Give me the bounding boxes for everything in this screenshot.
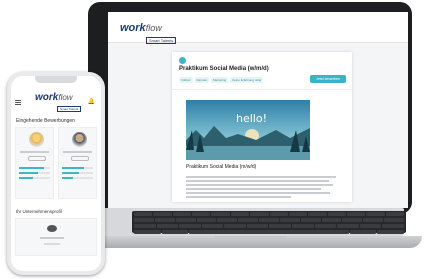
laptop-deck [98,208,406,238]
job-chip: Vollzeit [179,77,193,83]
apply-button[interactable]: Jetzt bewerben [310,75,346,83]
skill-bar-fill [19,177,33,179]
trackpad [215,236,287,240]
employer-section-title: Ihr Unternehmensprofil [16,209,62,214]
employer-logo-icon [47,225,57,232]
skill-bar-fill [62,167,84,169]
employer-card[interactable] [15,218,97,256]
phone-screen: workflow Smart Talents 🔔 Eingehende Bewe… [11,76,101,271]
phone-mockup: workflow Smart Talents 🔔 Eingehende Bewe… [7,72,105,275]
laptop-mockup: workflow Smart Talents Praktikum Social … [80,2,422,272]
phone-header: workflow Smart Talents 🔔 [11,76,101,112]
skill-bar [19,177,50,179]
skill-bars [62,164,93,182]
job-description-text [186,174,336,200]
employer-meta-line [44,243,60,245]
laptop-screen: workflow Smart Talents Praktikum Social … [108,12,408,208]
job-title: Praktikum Social Media (w/m/d) [179,66,269,72]
job-chip: Keine Erfahrung nötig [230,77,264,83]
job-posting-card: Praktikum Social Media (w/m/d) Vollzeit … [172,52,352,202]
skill-bars [19,164,50,182]
applicant-card[interactable] [58,127,97,199]
job-chip: Remote [194,77,210,83]
job-card-header: Praktikum Social Media (w/m/d) Vollzeit … [172,52,352,90]
skill-bar [19,167,50,169]
skill-bar [62,172,93,174]
job-chip: Marketing [211,77,229,83]
applicant-name [63,151,92,153]
skill-bar-fill [19,167,44,169]
app-header: workflow Smart Talents [108,12,408,44]
phone-notch [35,76,77,83]
bell-icon[interactable]: 🔔 [88,98,95,105]
brand-logo[interactable]: workflow Smart Talents [120,18,177,44]
skill-bar [62,167,93,169]
skill-bar-fill [62,172,80,174]
applicant-tag [28,156,46,161]
phone-brand-logo[interactable]: workflow Smart Talents [35,87,82,112]
avatar [29,132,44,147]
laptop-lid: workflow Smart Talents Praktikum Social … [88,2,412,214]
lake-landscape-image [186,100,310,160]
skill-bar [19,172,50,174]
laptop-base [80,208,422,270]
skill-bar-fill [62,177,73,179]
employer-name-line [40,237,64,239]
skill-bar-fill [19,172,38,174]
company-dot-icon [179,57,186,64]
keyboard [132,211,406,234]
job-chips: Vollzeit Remote Marketing Keine Erfahrun… [179,77,264,83]
hero-image: hello! [186,100,310,160]
skill-bar [62,177,93,179]
hero-text: hello! [236,112,267,125]
hamburger-menu-icon[interactable] [15,99,21,106]
applicant-name [20,151,49,153]
job-description-title: Praktikum Social Media (m/w/d) [186,164,257,170]
applicant-cards [11,124,101,202]
avatar [72,132,87,147]
applicant-card[interactable] [15,127,54,199]
applicant-tag [71,156,89,161]
